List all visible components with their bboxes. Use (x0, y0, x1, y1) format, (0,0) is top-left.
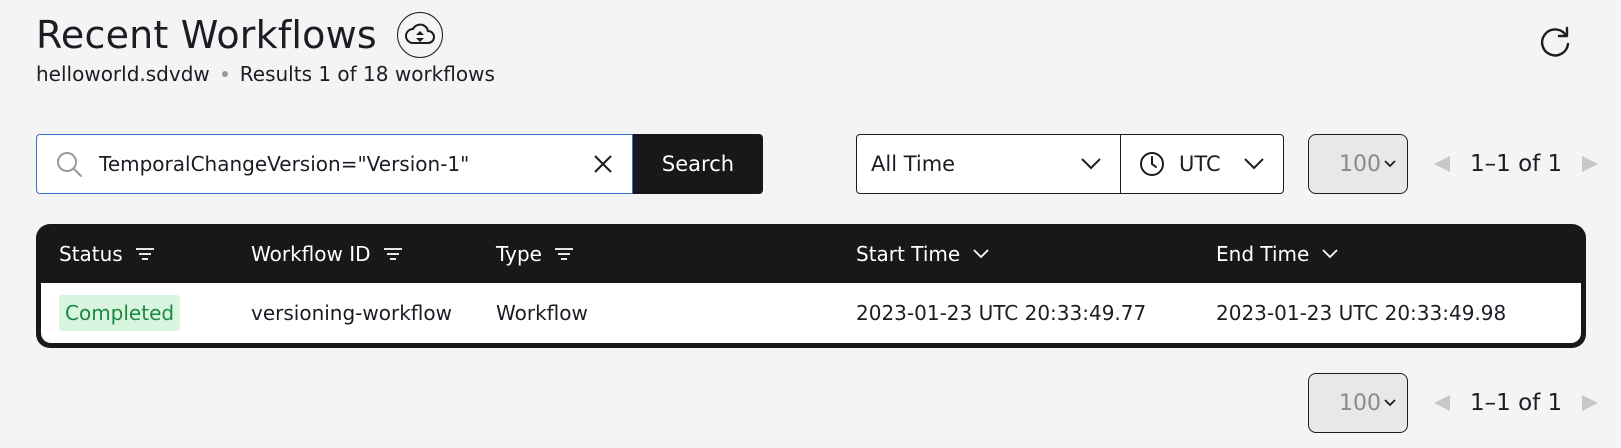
pagination-bottom: 1–1 of 1 (1432, 373, 1600, 433)
workflows-table: Status Workflow ID Type Start Time End T… (36, 224, 1586, 348)
per-page-select-bottom[interactable]: 100 (1308, 373, 1408, 433)
column-label: Start Time (856, 241, 961, 266)
chevron-down-icon (1244, 158, 1264, 170)
refresh-button[interactable] (1535, 22, 1575, 62)
column-label: Status (59, 241, 123, 266)
filter-icon (135, 247, 154, 260)
timezone-select[interactable]: UTC (1120, 134, 1284, 194)
previous-page-icon[interactable] (1432, 154, 1452, 174)
table-row[interactable]: Completed versioning-workflow Workflow 2… (41, 283, 1581, 343)
column-header-workflow-id[interactable]: Workflow ID (251, 224, 403, 283)
column-label: Workflow ID (251, 241, 371, 266)
page-title: Recent Workflows (36, 13, 377, 57)
close-icon[interactable] (592, 153, 614, 175)
column-label: Type (496, 241, 542, 266)
search-box (36, 134, 633, 194)
page-range: 1–1 of 1 (1470, 151, 1563, 177)
type-cell: Workflow (496, 301, 588, 325)
search-button[interactable]: Search (633, 134, 763, 194)
cloud-icon (404, 23, 435, 44)
chevron-down-icon (1384, 399, 1396, 407)
time-range-select[interactable]: All Time (856, 134, 1121, 194)
next-page-icon[interactable] (1580, 393, 1600, 413)
end-time-cell: 2023-01-23 UTC 20:33:49.98 (1216, 301, 1507, 325)
column-header-end-time[interactable]: End Time (1216, 224, 1339, 283)
chevron-down-icon (1384, 160, 1396, 168)
workflow-id-link[interactable]: versioning-workflow (251, 283, 452, 343)
filter-icon (383, 247, 402, 260)
clock-icon (1140, 152, 1164, 176)
chevron-down-icon (973, 248, 989, 258)
timezone-value: UTC (1179, 152, 1221, 176)
status-cell: Completed (59, 283, 181, 343)
archive-toggle-button[interactable] (396, 12, 443, 58)
title-row: Recent Workflows (36, 12, 443, 58)
filter-icon (554, 247, 573, 260)
per-page-select-top[interactable]: 100 (1308, 134, 1408, 194)
page-range: 1–1 of 1 (1470, 390, 1563, 416)
search-icon (55, 150, 83, 178)
separator-dot (221, 71, 228, 77)
subtitle: helloworld.sdvdw Results 1 of 18 workflo… (36, 62, 495, 86)
per-page-value: 100 (1339, 151, 1381, 177)
results-count: Results 1 of 18 workflows (239, 62, 495, 86)
column-header-status[interactable]: Status (59, 224, 155, 283)
status-badge: Completed (59, 295, 181, 331)
chevron-down-icon (1322, 248, 1338, 258)
start-time-cell: 2023-01-23 UTC 20:33:49.77 (856, 301, 1147, 325)
next-page-icon[interactable] (1580, 154, 1600, 174)
pagination-top: 1–1 of 1 (1432, 134, 1600, 194)
search-input[interactable] (97, 151, 571, 177)
namespace-label: helloworld.sdvdw (36, 62, 210, 86)
column-header-type[interactable]: Type (496, 224, 574, 283)
refresh-icon (1540, 26, 1570, 57)
chevron-down-icon (1081, 158, 1101, 170)
per-page-value: 100 (1339, 390, 1381, 416)
workflows-page: Recent Workflows helloworld.sdvdw Result… (0, 0, 1621, 448)
previous-page-icon[interactable] (1432, 393, 1452, 413)
column-header-start-time[interactable]: Start Time (856, 224, 990, 283)
column-label: End Time (1216, 241, 1310, 266)
time-range-value: All Time (871, 152, 956, 176)
table-header: Status Workflow ID Type Start Time End T… (41, 224, 1581, 283)
